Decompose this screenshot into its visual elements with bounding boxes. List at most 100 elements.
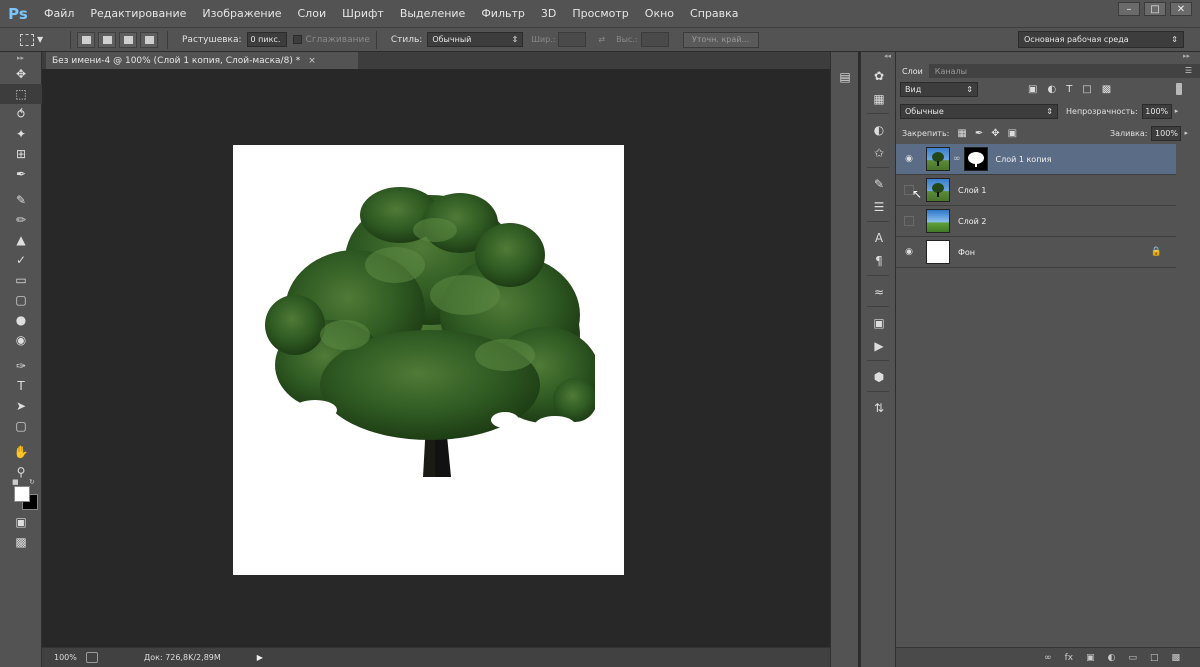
zoom-level[interactable]: 100% (42, 653, 78, 662)
lasso-tool-icon[interactable]: ⥀ (0, 104, 42, 124)
delete-layer-icon[interactable]: ▩ (1171, 653, 1180, 663)
subtract-selection-button[interactable] (119, 31, 137, 48)
quick-mask-icon[interactable]: ▣ (0, 512, 42, 532)
antialias-checkbox[interactable]: Сглаживание (292, 35, 370, 45)
zoom-tool-icon[interactable]: ⚲ (0, 462, 42, 482)
actions-panel-icon[interactable]: ▶ (861, 334, 897, 357)
gradient-tool-icon[interactable]: ▢ (0, 290, 42, 310)
shape-filter-icon[interactable]: □ (1082, 84, 1091, 95)
clone-stamp-tool-icon[interactable]: ▲ (0, 230, 42, 250)
menu-window[interactable]: Окно (637, 0, 682, 27)
feather-input[interactable]: 0 пикс. (246, 32, 287, 47)
panel-collapse-icon[interactable]: ▸▸ (0, 52, 41, 64)
properties-panel-icon[interactable]: ⇅ (861, 396, 897, 419)
pen-tool-icon[interactable]: ✑ (0, 356, 42, 376)
default-colors-icon[interactable]: ■ (12, 478, 19, 486)
layer-style-icon[interactable]: fx (1065, 653, 1074, 663)
maximize-button[interactable]: □ (1144, 2, 1166, 16)
tool-presets-icon[interactable]: ☰ (861, 195, 897, 218)
lock-pixels-icon[interactable]: ✒ (975, 128, 983, 139)
panel-collapse-icon[interactable]: ▸▸ (896, 52, 1200, 64)
type-filter-icon[interactable]: T (1066, 84, 1072, 95)
mask-link-icon[interactable]: ∞ (953, 154, 961, 164)
lock-all-icon[interactable]: ▣ (1008, 128, 1017, 139)
menu-help[interactable]: Справка (682, 0, 746, 27)
eraser-tool-icon[interactable]: ▭ (0, 270, 42, 290)
menu-3d[interactable]: 3D (533, 0, 564, 27)
menu-filter[interactable]: Фильтр (473, 0, 533, 27)
paths-panel-icon[interactable]: ≈ (861, 280, 897, 303)
layer-row[interactable]: Слой 2 (896, 206, 1176, 237)
adjustments-panel-icon[interactable]: ◐ (861, 118, 897, 141)
status-menu-arrow-icon[interactable]: ▶ (257, 653, 263, 662)
intersect-selection-button[interactable] (140, 31, 158, 48)
refine-edge-button[interactable]: Уточн. край... (682, 31, 759, 48)
menu-layers[interactable]: Слои (290, 0, 335, 27)
new-selection-button[interactable] (77, 31, 95, 48)
menu-view[interactable]: Просмотр (564, 0, 636, 27)
opacity-input[interactable]: 100% (1141, 103, 1172, 119)
panel-menu-icon[interactable]: ☰ (1185, 66, 1192, 75)
eyedropper-tool-icon[interactable]: ✒ (0, 164, 42, 184)
lock-transparency-icon[interactable]: ▦ (957, 128, 966, 139)
tab-channels[interactable]: Каналы (929, 64, 973, 78)
paragraph-panel-icon[interactable]: ¶ (861, 249, 897, 272)
close-button[interactable]: ✕ (1170, 2, 1192, 16)
link-layers-icon[interactable]: ∞ (1044, 653, 1052, 663)
menu-image[interactable]: Изображение (194, 0, 289, 27)
add-mask-icon[interactable]: ▣ (1086, 653, 1095, 663)
healing-brush-tool-icon[interactable]: ✎ (0, 190, 42, 210)
type-tool-icon[interactable]: T (0, 376, 42, 396)
crop-tool-icon[interactable]: ⊞ (0, 144, 42, 164)
blur-tool-icon[interactable]: ● (0, 310, 42, 330)
canvas-area[interactable] (42, 69, 830, 647)
pixel-filter-icon[interactable]: ▣ (1028, 84, 1037, 95)
new-layer-icon[interactable]: □ (1150, 653, 1159, 663)
adjustment-filter-icon[interactable]: ◐ (1047, 84, 1056, 95)
character-panel-icon[interactable]: A (861, 226, 897, 249)
width-input[interactable] (558, 32, 587, 47)
fill-slider-icon[interactable]: ▸ (1184, 129, 1188, 137)
dodge-tool-icon[interactable]: ◉ (0, 330, 42, 350)
workspace-select[interactable]: Основная рабочая среда ⇕ (1018, 31, 1184, 48)
layer-row[interactable]: ◉ ∞ Слой 1 копия (896, 144, 1176, 175)
path-selection-tool-icon[interactable]: ➤ (0, 396, 42, 416)
status-info-icon[interactable] (86, 652, 98, 663)
menu-edit[interactable]: Редактирование (82, 0, 194, 27)
brush-presets-icon[interactable]: ✎ (861, 172, 897, 195)
visibility-eye-icon[interactable]: ◉ (896, 154, 922, 164)
styles-panel-icon[interactable]: ✩ (861, 141, 897, 164)
layer-name[interactable]: Фон (958, 248, 975, 257)
smart-object-filter-icon[interactable]: ▩ (1102, 84, 1111, 95)
opacity-slider-icon[interactable]: ▸ (1175, 107, 1179, 115)
move-tool-icon[interactable]: ✥ (0, 64, 42, 84)
swap-icon[interactable]: ⇄ (598, 35, 605, 44)
layer-kind-select[interactable]: Вид ⇕ (900, 81, 978, 97)
document-canvas[interactable] (233, 145, 624, 575)
menu-select[interactable]: Выделение (392, 0, 474, 27)
minimize-button[interactable]: – (1118, 2, 1140, 16)
style-select[interactable]: Обычный ⇕ (427, 32, 524, 47)
layer-thumbnail[interactable] (926, 178, 950, 202)
height-input[interactable] (640, 32, 669, 47)
rectangle-tool-icon[interactable]: ▢ (0, 416, 42, 436)
filter-toggle[interactable] (1176, 83, 1182, 95)
history-brush-tool-icon[interactable]: ✓ (0, 250, 42, 270)
foreground-color[interactable] (14, 486, 30, 502)
layer-comps-icon[interactable]: ▣ (861, 311, 897, 334)
menu-file[interactable]: Файл (36, 0, 82, 27)
lock-position-icon[interactable]: ✥ (991, 128, 999, 139)
layer-name[interactable]: Слой 1 (958, 186, 986, 195)
fill-input[interactable]: 100% (1151, 125, 1182, 141)
tool-preset-picker[interactable]: ▼ (20, 30, 64, 50)
close-tab-icon[interactable]: × (308, 56, 316, 66)
layer-thumbnail[interactable] (926, 147, 950, 171)
blend-mode-select[interactable]: Обычные ⇕ (900, 103, 1058, 119)
layer-mask-thumbnail[interactable] (963, 147, 988, 171)
document-tab[interactable]: Без имени-4 @ 100% (Слой 1 копия, Слой-м… (46, 52, 358, 69)
tab-layers[interactable]: Слои (896, 64, 929, 78)
3d-panel-icon[interactable]: ⬢ (861, 365, 897, 388)
adjustment-layer-icon[interactable]: ◐ (1108, 653, 1116, 663)
layer-row[interactable]: ↖ Слой 1 (896, 175, 1176, 206)
layer-name[interactable]: Слой 2 (958, 217, 986, 226)
